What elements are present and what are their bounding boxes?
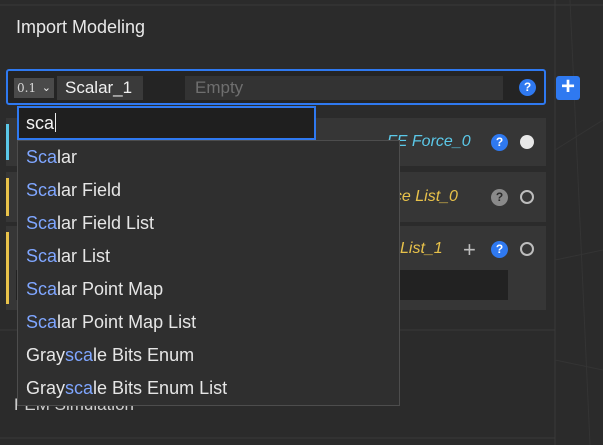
help-icon[interactable]: ? [519,79,536,96]
dropdown-item[interactable]: Grayscale Bits Enum [26,345,194,366]
panel-title: Import Modeling [16,17,146,37]
output-port-filled[interactable] [520,135,534,149]
dropdown-item[interactable]: Scalar Field [26,180,121,201]
dropdown-item[interactable]: Grayscale Bits Enum List [26,378,227,399]
search-input[interactable]: sca [17,106,316,140]
parameter-value-field[interactable]: Empty [185,76,503,100]
add-parameter-button[interactable]: + [556,75,580,100]
output-port-hollow[interactable] [520,190,534,204]
node-accent-bar [6,124,9,160]
help-icon[interactable]: ? [491,189,508,206]
node-accent-bar [6,178,9,216]
dropdown-item[interactable]: Scalar Field List [26,213,154,234]
help-icon[interactable]: ? [491,134,508,151]
type-badge-label: 0.1 [17,81,37,95]
output-port-hollow[interactable] [520,242,534,256]
chevron-down-icon: ⌄ [41,81,51,94]
text-caret [55,113,57,132]
plus-icon[interactable]: + [463,239,476,261]
dropdown-item[interactable]: Scalar [26,147,77,168]
type-selector[interactable]: 0.1 ⌄ [14,78,54,98]
dropdown-item[interactable]: Scalar Point Map [26,279,163,300]
parameter-name-field[interactable]: Scalar_1 [57,76,143,100]
dropdown-item[interactable]: Scalar Point Map List [26,312,196,333]
autocomplete-dropdown: Scalar Scalar Field Scalar Field List Sc… [17,140,400,406]
node-label: List_1 [400,240,443,257]
search-input-value: sca [26,113,55,133]
parameter-row[interactable]: 0.1 ⌄ Scalar_1 Empty ? [6,69,546,105]
node-accent-bar [6,232,9,304]
dropdown-item[interactable]: Scalar List [26,246,110,267]
help-icon[interactable]: ? [491,241,508,258]
